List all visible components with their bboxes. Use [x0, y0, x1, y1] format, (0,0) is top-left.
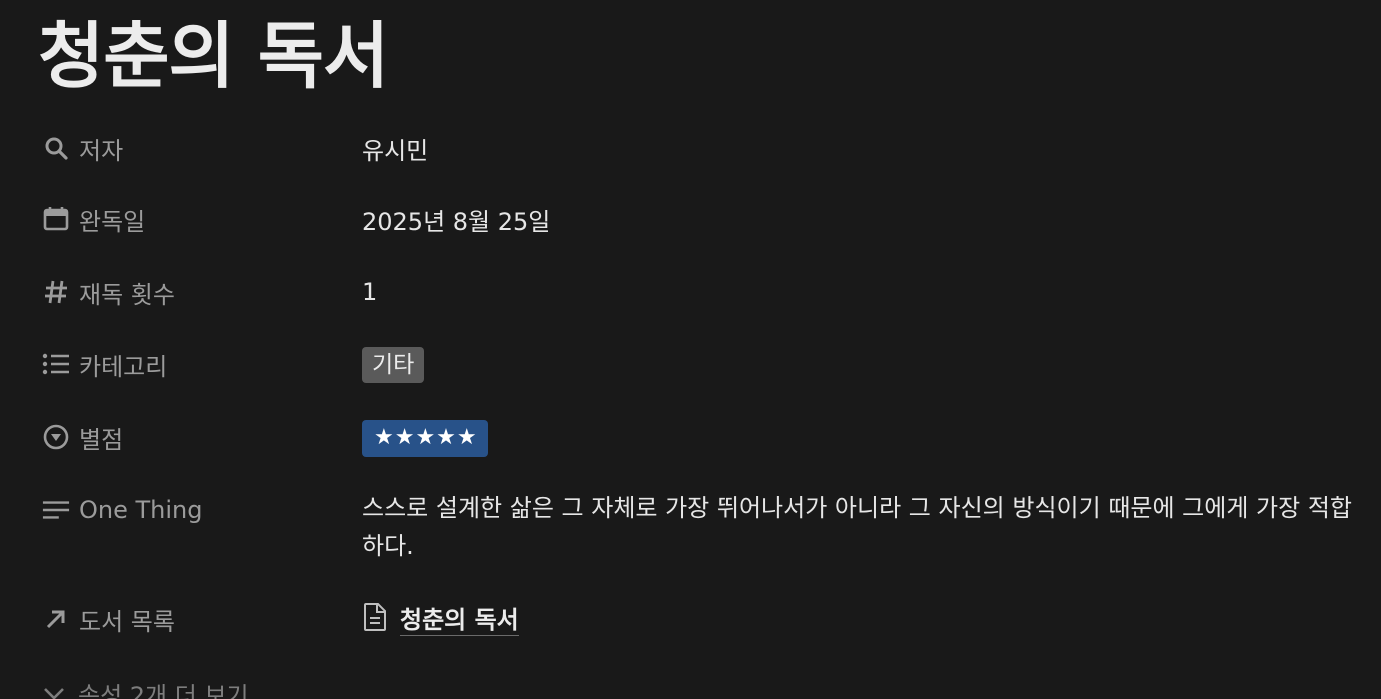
property-value-finished-date[interactable]: 2025년 8월 25일	[362, 202, 550, 237]
hash-icon	[42, 278, 70, 306]
property-label: One Thing	[79, 496, 203, 524]
property-label: 저자	[79, 136, 124, 165]
author-value: 유시민	[362, 137, 429, 165]
property-value-author[interactable]: 유시민	[362, 131, 428, 166]
property-value-reread-count[interactable]: 1	[362, 275, 377, 309]
property-name-rating[interactable]: 별점	[42, 420, 342, 454]
chevron-down-icon	[42, 680, 66, 699]
show-more-properties-button[interactable]: 속성 2개 더 보기	[42, 676, 249, 699]
one-thing-value: 스스로 설계한 삶은 그 자체로 가장 뛰어나서가 아니라 그 자신의 방식이기…	[362, 494, 1353, 560]
property-name-book-list[interactable]: 도서 목록	[42, 602, 342, 636]
category-tag[interactable]: 기타	[362, 347, 425, 383]
property-value-category[interactable]: 기타	[362, 347, 425, 383]
property-name-author[interactable]: 저자	[42, 131, 342, 165]
rating-stars[interactable]: ★★★★★	[362, 420, 488, 457]
text-lines-icon	[42, 496, 70, 524]
property-label: 재독 횟수	[79, 280, 175, 309]
property-name-category[interactable]: 카테고리	[42, 347, 342, 381]
property-name-finished-date[interactable]: 완독일	[42, 202, 342, 236]
property-label: 카테고리	[79, 352, 168, 381]
finished-date-value: 2025년 8월 25일	[362, 208, 551, 236]
relation-link[interactable]: 청춘의 독서	[362, 602, 519, 638]
page-icon	[362, 602, 388, 638]
property-label: 별점	[79, 425, 124, 454]
reread-count-value: 1	[362, 278, 378, 306]
property-label: 도서 목록	[79, 607, 175, 636]
chevron-circle-icon	[42, 423, 70, 451]
property-label: 완독일	[79, 207, 146, 236]
property-value-rating[interactable]: ★★★★★	[362, 420, 488, 457]
property-name-reread-count[interactable]: 재독 횟수	[42, 275, 342, 309]
properties-panel: 저자 유시민 완독일 2025년 8월 25일 재독 횟수 1 카테고리 기타 …	[0, 0, 1381, 699]
calendar-icon	[42, 205, 70, 233]
search-icon	[42, 134, 70, 162]
property-name-one-thing[interactable]: One Thing	[42, 493, 342, 527]
show-more-label: 속성 2개 더 보기	[78, 682, 249, 699]
arrow-up-right-icon	[42, 605, 70, 633]
list-icon	[42, 350, 70, 378]
relation-label: 청춘의 독서	[400, 605, 519, 636]
property-value-book-list[interactable]: 청춘의 독서	[362, 602, 519, 638]
property-value-one-thing[interactable]: 스스로 설계한 삶은 그 자체로 가장 뛰어나서가 아니라 그 자신의 방식이기…	[362, 489, 1372, 565]
